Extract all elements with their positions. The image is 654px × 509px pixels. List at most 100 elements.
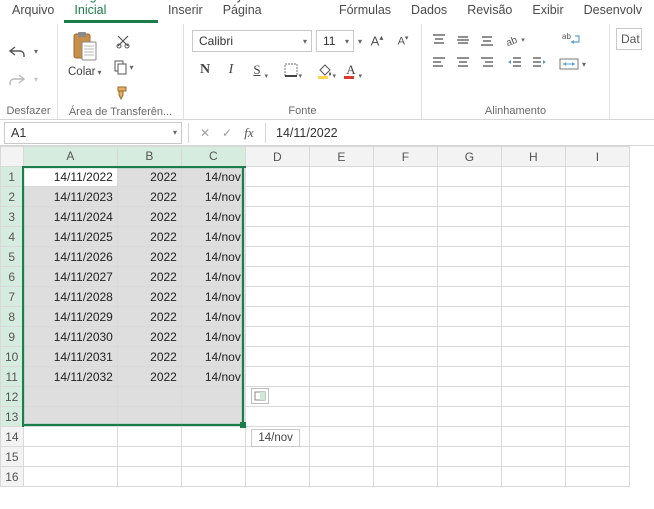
- cell[interactable]: [23, 427, 117, 447]
- cell[interactable]: [565, 267, 629, 287]
- cell[interactable]: 2022: [117, 347, 181, 367]
- cell[interactable]: 14/nov: [181, 187, 245, 207]
- cell[interactable]: [309, 347, 373, 367]
- cell[interactable]: 14/11/2030: [23, 327, 117, 347]
- cell[interactable]: 14/11/2025: [23, 227, 117, 247]
- cell[interactable]: [309, 247, 373, 267]
- cell[interactable]: [309, 467, 373, 487]
- cell[interactable]: [309, 327, 373, 347]
- cell[interactable]: [437, 467, 501, 487]
- row-header[interactable]: 16: [1, 467, 24, 487]
- cell[interactable]: [245, 227, 309, 247]
- formula-input[interactable]: [268, 122, 654, 144]
- cell[interactable]: [373, 167, 437, 187]
- col-header-B[interactable]: B: [117, 147, 181, 167]
- cell[interactable]: 2022: [117, 247, 181, 267]
- cell[interactable]: [245, 247, 309, 267]
- cell[interactable]: [437, 347, 501, 367]
- cell[interactable]: [245, 327, 309, 347]
- undo-button[interactable]: [6, 41, 28, 63]
- cell[interactable]: [501, 247, 565, 267]
- decrease-font-button[interactable]: A▾: [392, 30, 414, 52]
- cell[interactable]: 14/11/2027: [23, 267, 117, 287]
- cell[interactable]: [501, 227, 565, 247]
- cell[interactable]: [309, 227, 373, 247]
- align-middle-button[interactable]: [452, 30, 474, 50]
- cell[interactable]: [309, 367, 373, 387]
- cell[interactable]: [309, 407, 373, 427]
- cell[interactable]: [565, 347, 629, 367]
- cell[interactable]: 2022: [117, 287, 181, 307]
- number-format-combo[interactable]: Dat: [616, 28, 642, 50]
- fill-color-button[interactable]: ▾: [312, 58, 338, 82]
- orientation-button[interactable]: ab▾: [504, 30, 526, 50]
- cell[interactable]: 14/nov: [181, 167, 245, 187]
- cut-button[interactable]: [112, 30, 134, 52]
- cell[interactable]: [309, 207, 373, 227]
- cell[interactable]: [245, 367, 309, 387]
- cell[interactable]: [245, 407, 309, 427]
- font-size-combo[interactable]: 11 ▾: [316, 30, 354, 52]
- cell[interactable]: 2022: [117, 207, 181, 227]
- cell[interactable]: 14/nov: [181, 207, 245, 227]
- cell[interactable]: [437, 407, 501, 427]
- row-header[interactable]: 6: [1, 267, 24, 287]
- cell[interactable]: [437, 387, 501, 407]
- row-header[interactable]: 4: [1, 227, 24, 247]
- cell[interactable]: [437, 447, 501, 467]
- cell[interactable]: [501, 287, 565, 307]
- cell[interactable]: [565, 187, 629, 207]
- align-top-button[interactable]: [428, 30, 450, 50]
- tab-desenvolv[interactable]: Desenvolv: [574, 0, 652, 23]
- cell[interactable]: [437, 207, 501, 227]
- col-header-I[interactable]: I: [565, 147, 629, 167]
- cell[interactable]: [245, 347, 309, 367]
- cell[interactable]: [437, 227, 501, 247]
- decrease-indent-button[interactable]: [504, 52, 526, 72]
- col-header-A[interactable]: A: [23, 147, 117, 167]
- cell[interactable]: [437, 167, 501, 187]
- tab-inserir[interactable]: Inserir: [158, 0, 213, 23]
- row-header[interactable]: 5: [1, 247, 24, 267]
- cell[interactable]: [501, 447, 565, 467]
- cell[interactable]: [373, 327, 437, 347]
- align-center-button[interactable]: [452, 52, 474, 72]
- cell[interactable]: [565, 327, 629, 347]
- row-header[interactable]: 14: [1, 427, 24, 447]
- cell[interactable]: [501, 407, 565, 427]
- redo-button[interactable]: [6, 69, 28, 91]
- row-header[interactable]: 9: [1, 327, 24, 347]
- cell[interactable]: [373, 227, 437, 247]
- cell[interactable]: [565, 387, 629, 407]
- cell[interactable]: [565, 467, 629, 487]
- name-box[interactable]: A1 ▾: [4, 122, 182, 144]
- cell[interactable]: [373, 387, 437, 407]
- cell[interactable]: [373, 427, 437, 447]
- cell[interactable]: [501, 367, 565, 387]
- cell[interactable]: [501, 207, 565, 227]
- cell[interactable]: [309, 267, 373, 287]
- cell[interactable]: [181, 427, 245, 447]
- cell[interactable]: 14/nov: [181, 267, 245, 287]
- accept-formula-button[interactable]: ✓: [217, 123, 237, 143]
- cell[interactable]: [117, 467, 181, 487]
- cell[interactable]: [23, 387, 117, 407]
- cell[interactable]: [565, 287, 629, 307]
- cell[interactable]: [373, 467, 437, 487]
- cell[interactable]: [245, 447, 309, 467]
- cell[interactable]: [501, 327, 565, 347]
- cell[interactable]: [501, 387, 565, 407]
- cell[interactable]: 14/11/2029: [23, 307, 117, 327]
- cell[interactable]: 2022: [117, 327, 181, 347]
- cell[interactable]: [373, 267, 437, 287]
- cell[interactable]: [309, 187, 373, 207]
- cell[interactable]: [565, 247, 629, 267]
- cell[interactable]: 2022: [117, 267, 181, 287]
- cell[interactable]: 14/nov: [181, 247, 245, 267]
- tab-dados[interactable]: Dados: [401, 0, 457, 23]
- increase-indent-button[interactable]: [528, 52, 550, 72]
- cell[interactable]: [565, 307, 629, 327]
- cell[interactable]: 14/11/2032: [23, 367, 117, 387]
- increase-font-button[interactable]: A▴: [366, 30, 388, 52]
- cell[interactable]: [23, 467, 117, 487]
